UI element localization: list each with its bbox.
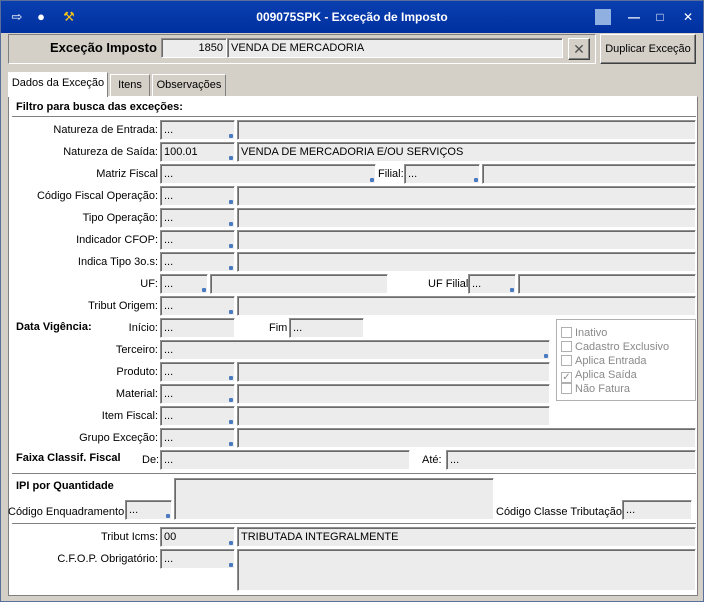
produto-desc[interactable]: [237, 362, 550, 382]
tab-observacoes[interactable]: Observações: [152, 74, 226, 96]
natureza-entrada-label: Natureza de Entrada:: [53, 124, 158, 136]
item-fiscal-label: Item Fiscal:: [101, 410, 158, 422]
tribut-origem-label: Tribut Origem:: [88, 300, 158, 312]
ate-label: Até:: [422, 454, 442, 466]
cadastro-exclusivo-checkbox[interactable]: Cadastro Exclusivo: [561, 340, 669, 354]
produto-label: Produto:: [116, 366, 158, 378]
tab-dados-excecao[interactable]: Dados da Exceção: [8, 72, 108, 97]
ipi-title: IPI por Quantidade: [16, 480, 114, 492]
codigo-fiscal-desc[interactable]: [237, 186, 696, 206]
material-desc[interactable]: [237, 384, 550, 404]
natureza-saida-label: Natureza de Saída:: [63, 146, 158, 158]
uf-filial-code[interactable]: ...: [468, 274, 516, 294]
produto-code[interactable]: ...: [160, 362, 235, 382]
filial-code[interactable]: ...: [404, 164, 480, 184]
clear-icon[interactable]: ✕: [568, 38, 590, 60]
indica-tipo-desc[interactable]: [237, 252, 696, 272]
uf-filial-label: UF Filial: [428, 278, 469, 290]
codigo-fiscal-label: Código Fiscal Operação:: [36, 190, 158, 202]
cfop-obrigatorio-code[interactable]: ...: [160, 549, 235, 569]
duplicate-exception-button[interactable]: Duplicar Exceção: [600, 34, 696, 64]
uf-desc[interactable]: [210, 274, 388, 294]
checkbox-label: Aplica Entrada: [575, 355, 647, 367]
de-label: De:: [142, 454, 160, 466]
checkbox-label: Inativo: [575, 327, 608, 339]
exception-description-field[interactable]: VENDA DE MERCADORIA: [227, 38, 563, 58]
terceiro-label: Terceiro:: [115, 344, 158, 356]
indica-tipo-label: Indica Tipo 3o.s:: [77, 256, 158, 268]
item-fiscal-desc[interactable]: [237, 406, 550, 426]
checkbox-box: [561, 341, 572, 352]
uf-label: UF:: [140, 278, 158, 290]
divider: [12, 116, 696, 118]
fim-date-field[interactable]: ...: [289, 318, 364, 338]
indicador-cfop-code[interactable]: ...: [160, 230, 235, 250]
tribut-origem-code[interactable]: ...: [160, 296, 235, 316]
tribut-icms-label: Tribut Icms:: [100, 531, 158, 543]
inativo-checkbox[interactable]: Inativo: [561, 326, 607, 340]
tribut-icms-desc[interactable]: TRIBUTADA INTEGRALMENTE: [237, 527, 696, 547]
natureza-entrada-code[interactable]: ...: [160, 120, 235, 140]
inicio-label: Início:: [128, 322, 158, 334]
checkbox-label: Aplica Saída: [575, 369, 637, 381]
close-button[interactable]: ✕: [679, 9, 697, 25]
faixa-de-field[interactable]: ...: [160, 450, 410, 470]
tribut-origem-desc[interactable]: [237, 296, 696, 316]
tipo-operacao-code[interactable]: ...: [160, 208, 235, 228]
indicador-cfop-label: Indicador CFOP:: [76, 234, 158, 246]
material-code[interactable]: ...: [160, 384, 235, 404]
codigo-enquadramento-label: Código Enquadramento: [8, 506, 125, 518]
inicio-date-field[interactable]: ...: [160, 318, 235, 338]
matriz-fiscal-code[interactable]: ...: [160, 164, 376, 184]
tribut-icms-code[interactable]: 00: [160, 527, 235, 547]
checkbox-box: [561, 327, 572, 338]
checkbox-box: [561, 355, 572, 366]
fim-label: Fim: [269, 322, 288, 334]
tipo-operacao-desc[interactable]: [237, 208, 696, 228]
minimize-button[interactable]: —: [625, 9, 643, 25]
terceiro-field[interactable]: ...: [160, 340, 550, 360]
codigo-classe-field[interactable]: ...: [622, 500, 692, 520]
checkbox-box: [561, 383, 572, 394]
image-icon[interactable]: [595, 9, 611, 25]
checkbox-label: Não Fatura: [575, 383, 631, 395]
aplica-saida-checkbox[interactable]: ✓ Aplica Saída: [561, 368, 637, 383]
natureza-saida-code[interactable]: 100.01: [160, 142, 235, 162]
checkbox-label: Cadastro Exclusivo: [575, 341, 670, 353]
matriz-fiscal-label: Matriz Fiscal: [96, 168, 158, 180]
indicador-cfop-desc[interactable]: [237, 230, 696, 250]
nao-fatura-checkbox[interactable]: Não Fatura: [561, 382, 630, 396]
maximize-button[interactable]: □: [651, 9, 669, 25]
divider: [12, 523, 696, 525]
material-label: Material:: [115, 388, 158, 400]
tipo-operacao-label: Tipo Operação:: [82, 212, 158, 224]
ipi-quantity-box[interactable]: [174, 478, 494, 520]
cfop-obrigatorio-list[interactable]: [237, 549, 696, 591]
tab-itens[interactable]: Itens: [110, 74, 150, 96]
indica-tipo-code[interactable]: ...: [160, 252, 235, 272]
uf-filial-desc[interactable]: [518, 274, 696, 294]
cfop-obrigatorio-label: C.F.O.P. Obrigatório:: [57, 553, 158, 565]
exception-code-field[interactable]: 1850: [161, 38, 227, 58]
codigo-fiscal-code[interactable]: ...: [160, 186, 235, 206]
codigo-classe-label: Código Classe Tributação: [496, 506, 622, 518]
filter-title: Filtro para busca das exceções:: [16, 101, 183, 113]
natureza-entrada-desc[interactable]: [237, 120, 696, 140]
divider: [12, 473, 696, 475]
item-fiscal-code[interactable]: ...: [160, 406, 235, 426]
filial-desc[interactable]: [482, 164, 696, 184]
natureza-saida-desc[interactable]: VENDA DE MERCADORIA E/OU SERVIÇOS: [237, 142, 696, 162]
header-label: Exceção Imposto: [50, 40, 157, 55]
codigo-enquadramento-field[interactable]: ...: [125, 500, 172, 520]
data-vigencia-label: Data Vigência:: [16, 321, 92, 333]
grupo-excecao-label: Grupo Exceção:: [79, 432, 158, 444]
filial-label: Filial:: [378, 168, 404, 180]
aplica-entrada-checkbox[interactable]: Aplica Entrada: [561, 354, 647, 368]
faixa-ate-field[interactable]: ...: [446, 450, 696, 470]
faixa-label: Faixa Classif. Fiscal: [16, 452, 121, 464]
grupo-excecao-code[interactable]: ...: [160, 428, 235, 448]
grupo-excecao-desc[interactable]: [237, 428, 696, 448]
uf-code[interactable]: ...: [160, 274, 208, 294]
title-bar: ⇨ ● ⚒ 009075SPK - Exceção de Imposto — □…: [1, 1, 703, 33]
